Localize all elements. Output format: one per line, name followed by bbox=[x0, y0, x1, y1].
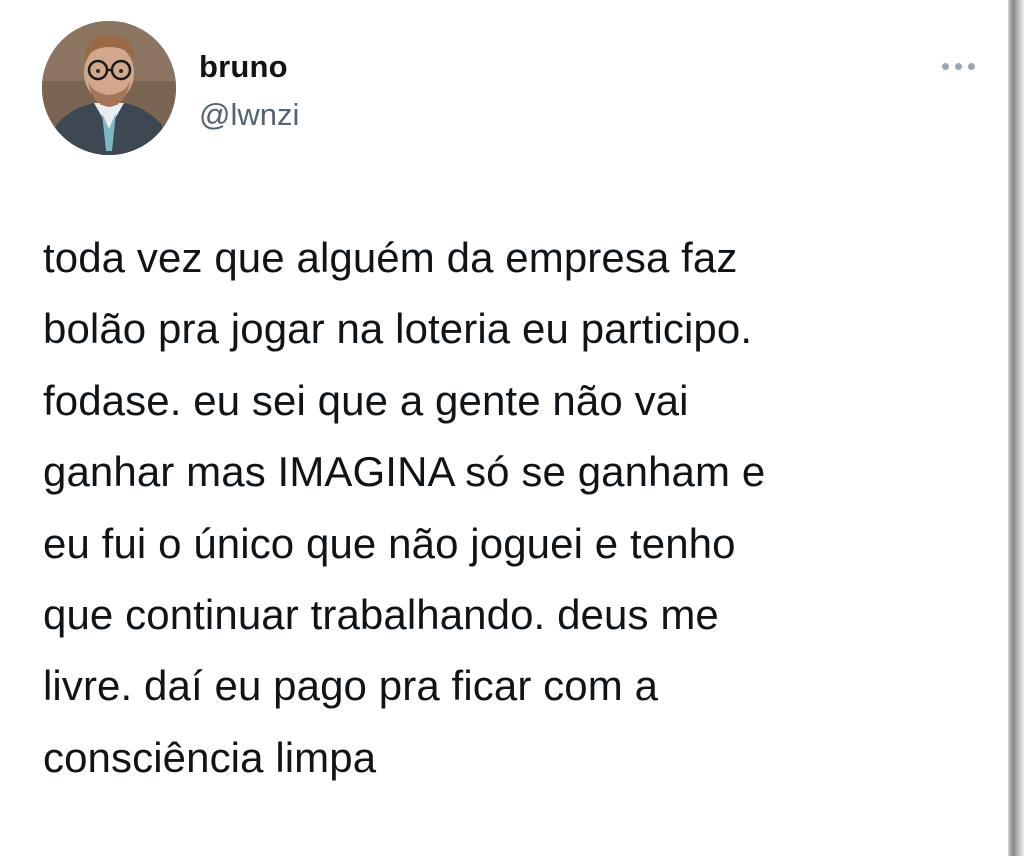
more-horizontal-icon bbox=[941, 62, 949, 70]
more-horizontal-icon bbox=[967, 62, 975, 70]
display-name[interactable]: bruno bbox=[199, 48, 288, 86]
more-horizontal-icon bbox=[954, 62, 962, 70]
tweet-text-line: bolão pra jogar na loteria eu participo. bbox=[43, 305, 753, 353]
more-options-button[interactable] bbox=[930, 52, 986, 80]
tweet-text-line: ganhar mas IMAGINA só se ganham e bbox=[43, 448, 766, 496]
tweet-card: bruno @lwnzi toda vez que alguém da empr… bbox=[0, 0, 1008, 856]
tweet-text: toda vez que alguém da empresa faz bolão… bbox=[43, 222, 993, 793]
tweet-text-line: fodase. eu sei que a gente não vai bbox=[43, 376, 689, 424]
tweet-text-line: toda vez que alguém da empresa faz bbox=[43, 234, 738, 281]
tweet-text-line: livre. daí eu pago pra ficar com a bbox=[43, 662, 659, 710]
page-edge-divider bbox=[1008, 0, 1024, 856]
tweet-text-line: consciência limpa bbox=[43, 733, 377, 781]
avatar-photo bbox=[42, 21, 176, 155]
tweet-text-line: que continuar trabalhando. deus me bbox=[43, 591, 719, 639]
avatar[interactable] bbox=[42, 21, 176, 155]
user-handle[interactable]: @lwnzi bbox=[199, 96, 299, 134]
tweet-text-line: eu fui o único que não joguei e tenho bbox=[43, 519, 736, 567]
